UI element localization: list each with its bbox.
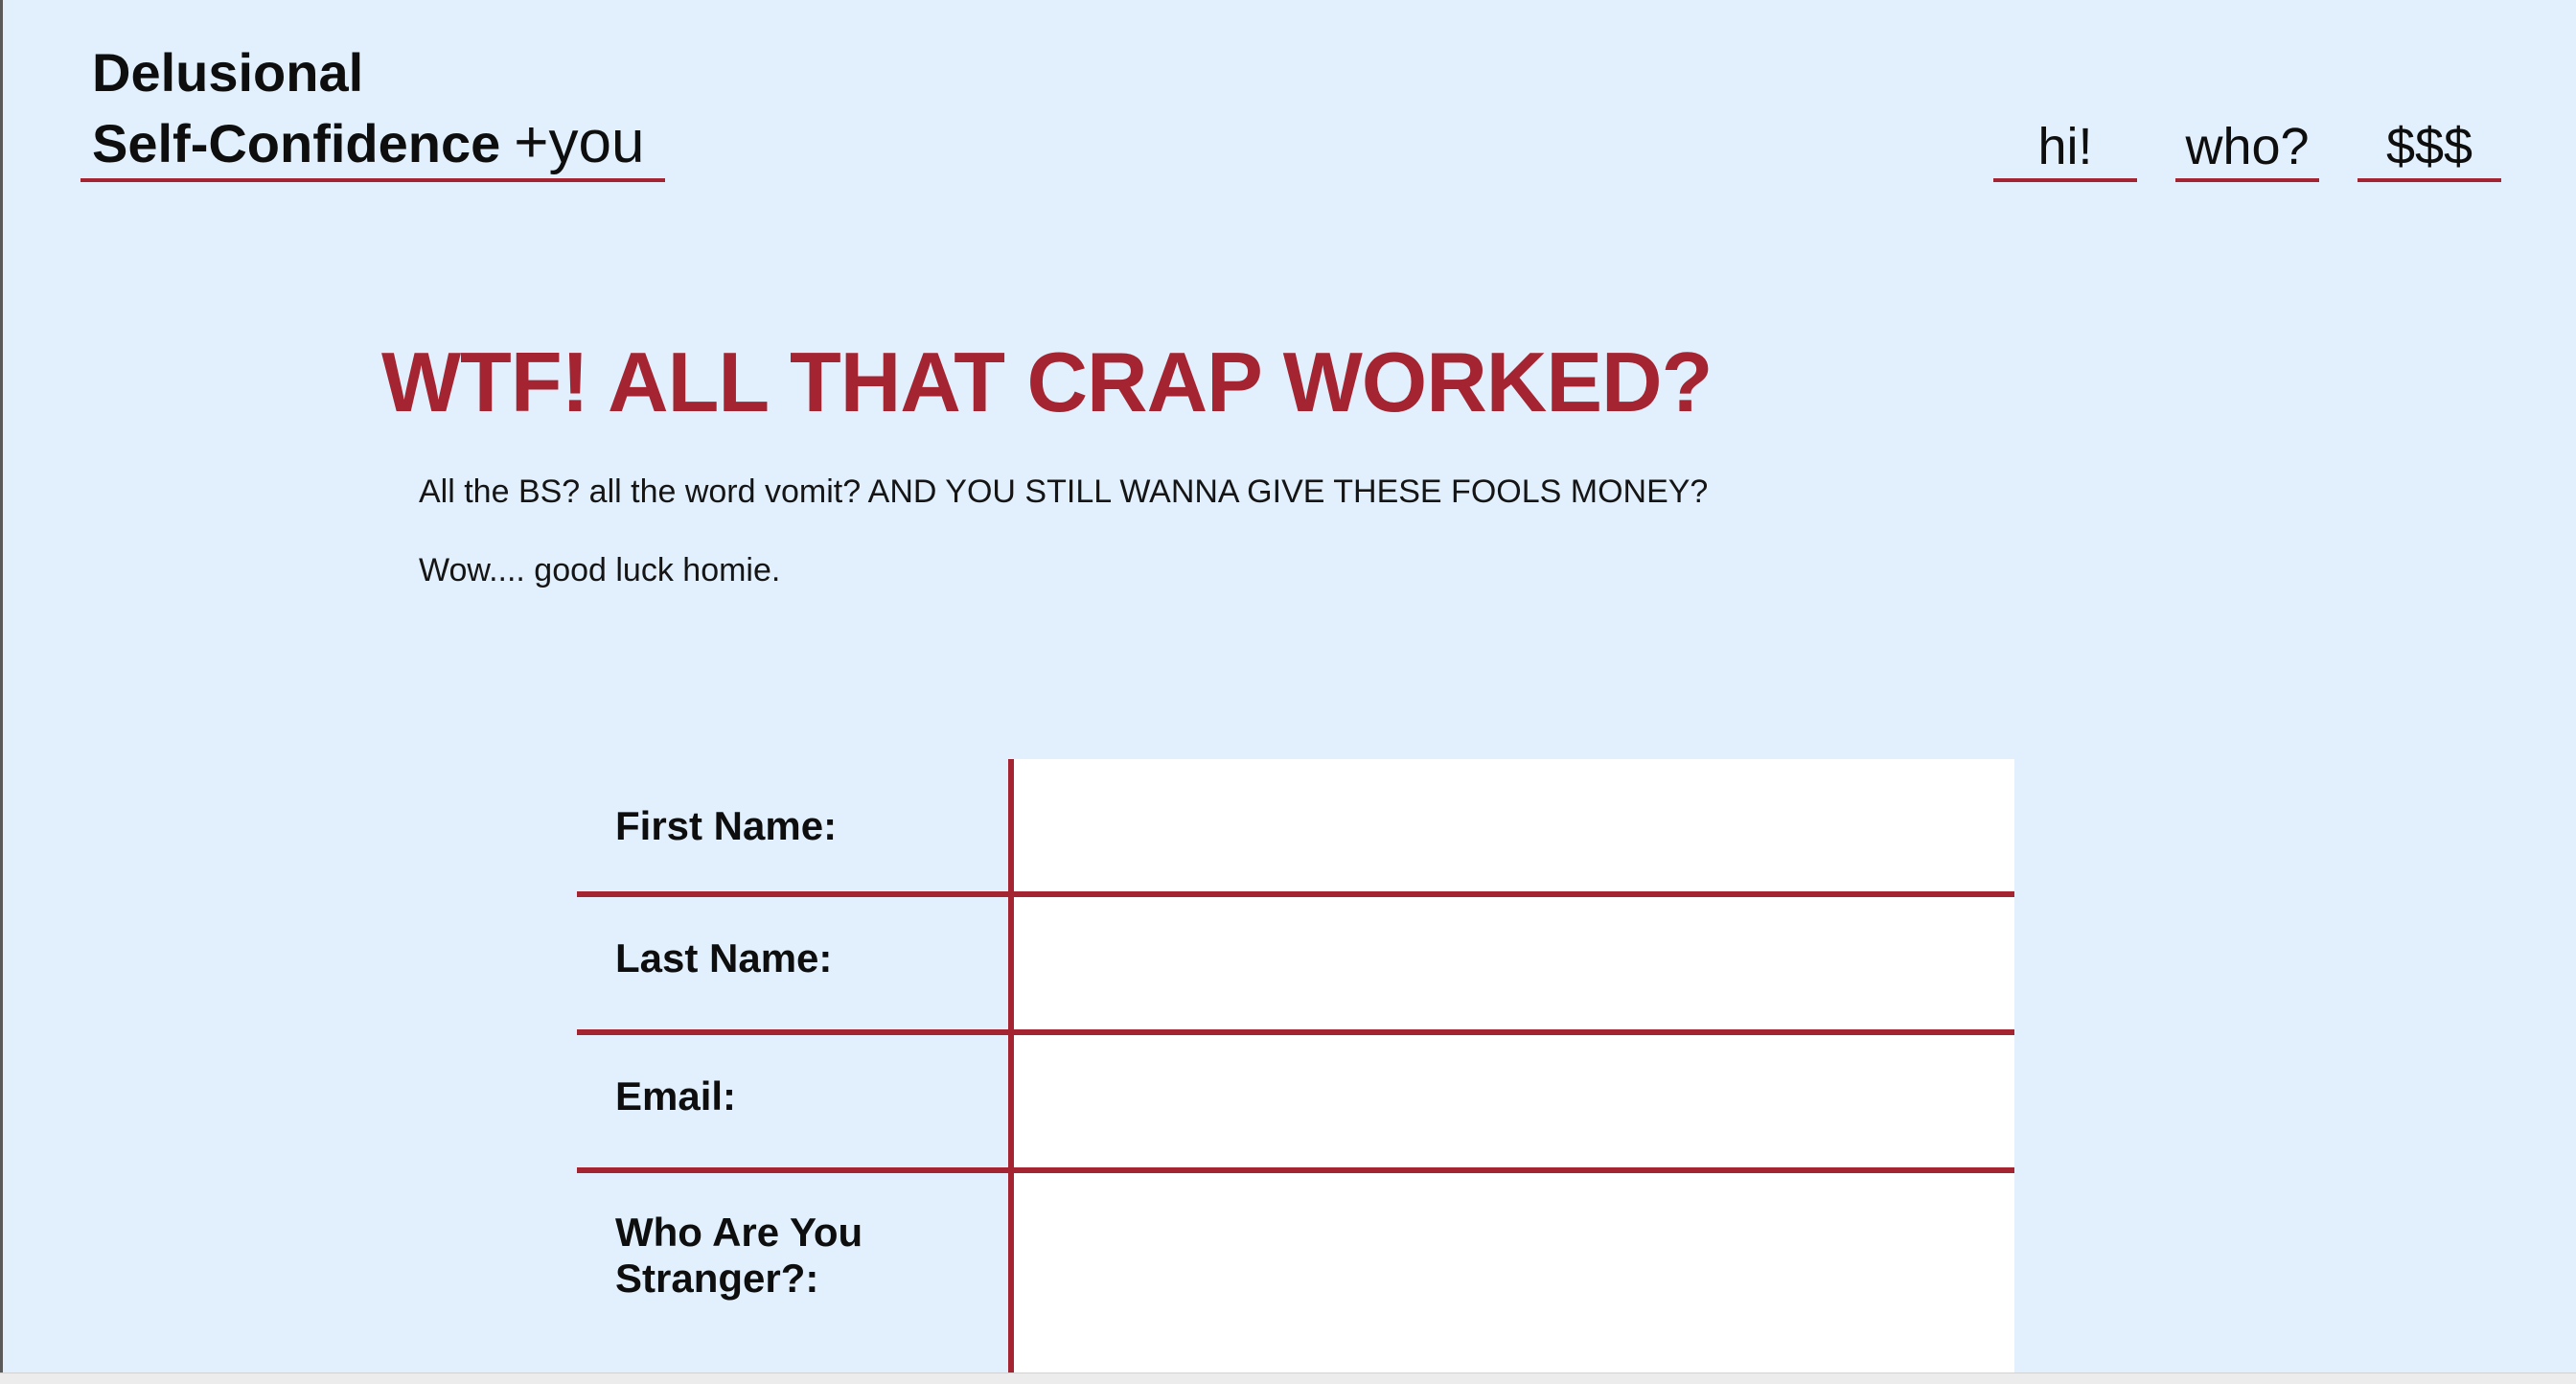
- intro-paragraph: All the BS? all the word vomit? AND YOU …: [419, 473, 1709, 510]
- page-headline: WTF! ALL THAT CRAP WORKED?: [381, 334, 1713, 429]
- first-name-input[interactable]: [1014, 759, 2014, 891]
- last-name-label: Last Name:: [615, 935, 833, 980]
- nav-underline-hi: [1993, 178, 2137, 182]
- nav-link-money[interactable]: $$$: [2358, 121, 2501, 173]
- nav-underline-money: [2358, 178, 2501, 182]
- logo-line-1: Delusional: [92, 42, 364, 103]
- window-bottom-edge: [0, 1372, 2576, 1384]
- logo-plus-you: +you: [514, 109, 645, 175]
- who-are-you-textarea[interactable]: [1014, 1173, 2014, 1372]
- form-row-email: Email:: [577, 1035, 2014, 1167]
- first-name-label: First Name:: [615, 803, 838, 848]
- logo-self-confidence: Self-Confidence: [92, 113, 501, 173]
- who-are-you-label-line-2: Stranger?:: [615, 1256, 819, 1302]
- form-row-first-name: First Name:: [577, 759, 2014, 891]
- form-column-divider: [1008, 759, 1014, 1372]
- nav-link-hi[interactable]: hi!: [1993, 121, 2137, 173]
- logo-underline: [80, 178, 665, 182]
- window-edge: [0, 0, 3, 1384]
- page: Delusional Self-Confidence +you hi! who? …: [0, 0, 2576, 1384]
- who-are-you-label-line-1: Who Are You: [615, 1210, 863, 1255]
- form-row-who-are-you: Who Are You Stranger?:: [577, 1173, 2014, 1372]
- donation-form: First Name: Last Name: Email: Who Are Yo…: [577, 759, 2014, 1372]
- logo-line-2: Self-Confidence +you: [92, 113, 644, 173]
- who-are-you-label: Who Are You Stranger?:: [615, 1210, 862, 1303]
- last-name-input[interactable]: [1014, 897, 2014, 1029]
- nav-underline-who: [2175, 178, 2319, 182]
- form-row-last-name: Last Name:: [577, 897, 2014, 1029]
- email-input[interactable]: [1014, 1035, 2014, 1167]
- site-logo[interactable]: Delusional Self-Confidence +you: [92, 46, 644, 173]
- good-luck-paragraph: Wow.... good luck homie.: [419, 552, 781, 588]
- email-label: Email:: [615, 1073, 737, 1119]
- nav-link-who[interactable]: who?: [2175, 121, 2319, 173]
